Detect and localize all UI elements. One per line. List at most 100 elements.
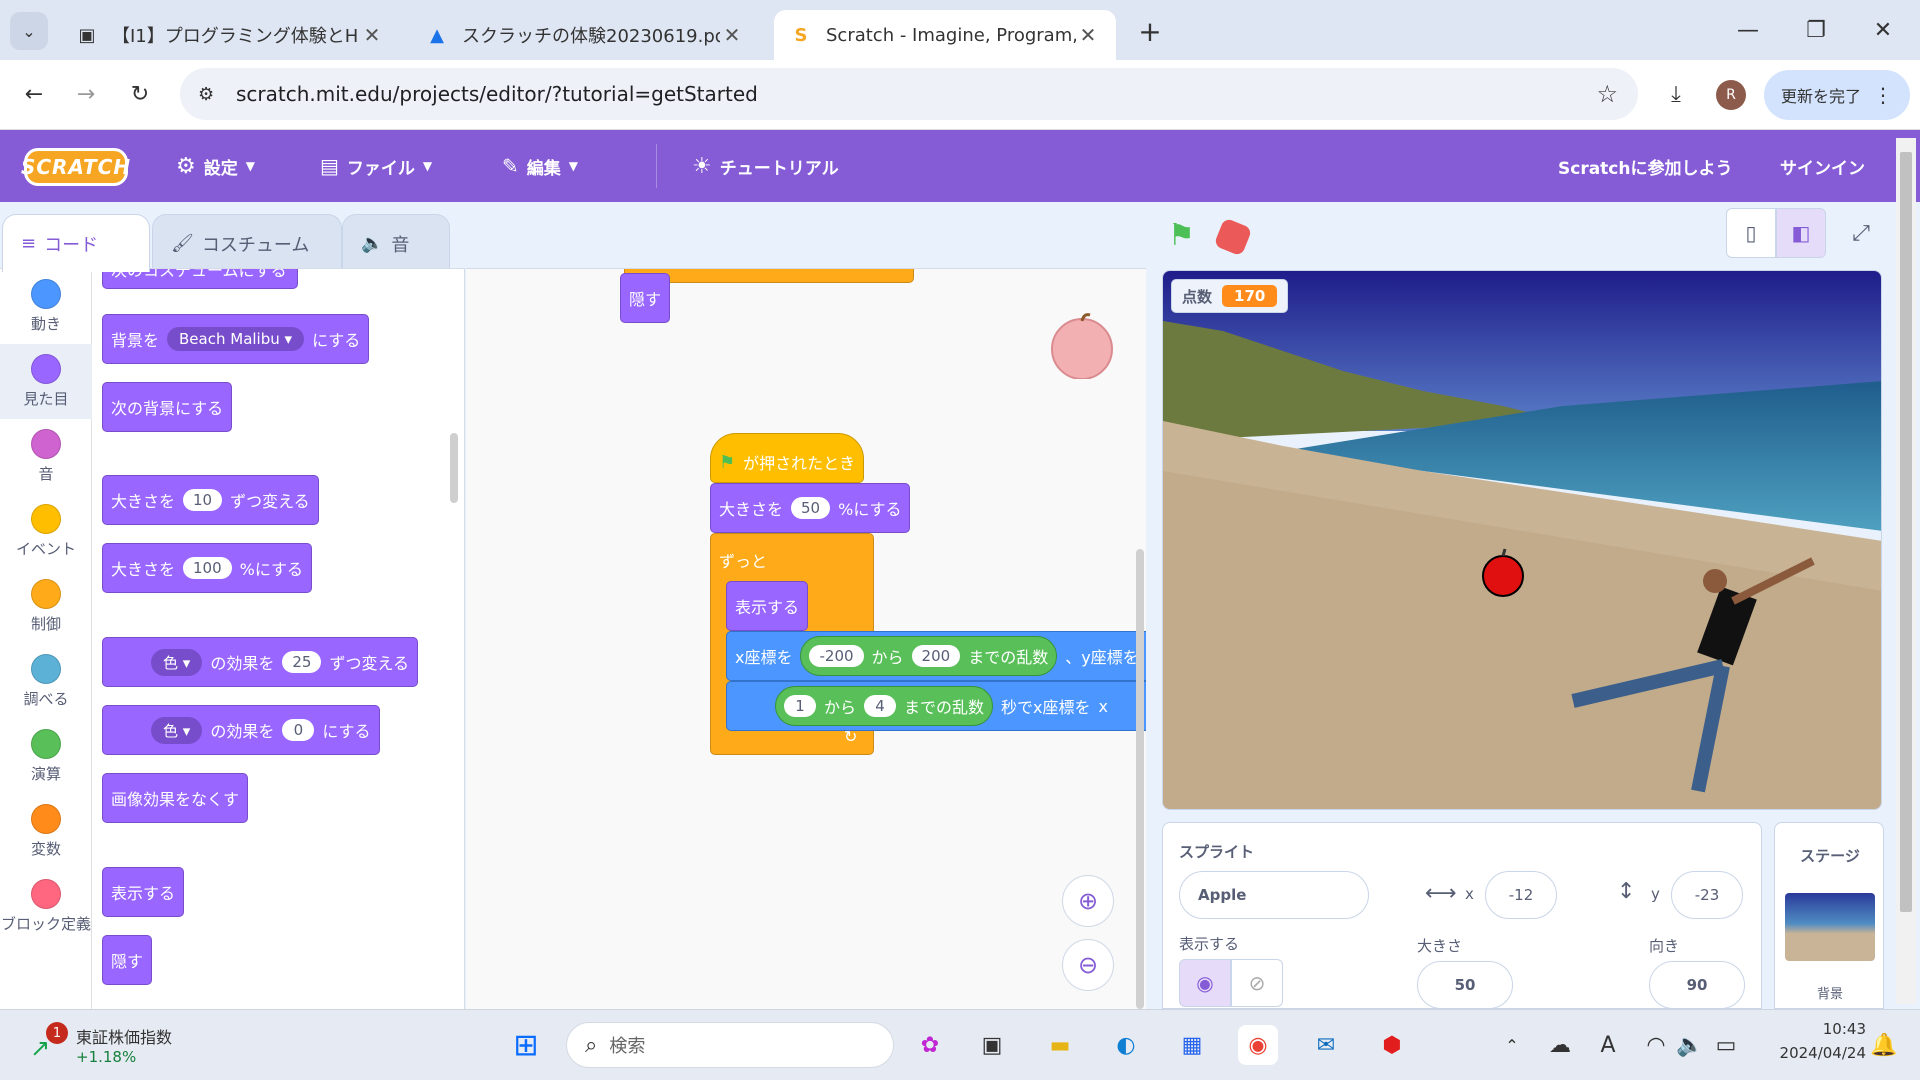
script-scrollbar[interactable] (1136, 549, 1144, 1009)
omnibox[interactable]: ⚙ scratch.mit.edu/projects/editor/?tutor… (180, 68, 1638, 120)
notification-bell-icon[interactable]: 🔔 (1864, 1025, 1904, 1065)
chrome-icon[interactable]: ◉ (1238, 1025, 1278, 1065)
set-size-block[interactable]: 大きさを 100 %にする (102, 543, 313, 593)
value-input[interactable]: 100 (183, 557, 232, 579)
change-effect-block[interactable]: 色 ▾ の効果を 25 ずつ変える (102, 637, 418, 687)
green-flag-icon[interactable]: ⚑ (1168, 218, 1204, 254)
join-link[interactable]: Scratchに参加しよう (1558, 130, 1732, 202)
task-view-icon[interactable]: ▣ (972, 1025, 1012, 1065)
category-item[interactable]: 調べる (0, 644, 92, 719)
clock[interactable]: 10:43 2024/04/24 (1752, 1020, 1866, 1072)
zoom-in-button[interactable]: ⊕ (1062, 875, 1114, 927)
close-tab-icon[interactable]: ✕ (1076, 23, 1100, 47)
download-icon[interactable]: ⤓ (1656, 74, 1696, 114)
taskbar-search[interactable]: ⌕ 検索 (566, 1022, 894, 1068)
script-hide-block[interactable]: 隠す (620, 273, 671, 323)
file-explorer-icon[interactable]: ▬ (1040, 1025, 1080, 1065)
hide-block[interactable]: 隠す (102, 935, 153, 985)
back-icon[interactable]: ← (14, 74, 54, 114)
value-input[interactable]: 25 (282, 651, 322, 673)
store-icon[interactable]: ▦ (1172, 1025, 1212, 1065)
category-item[interactable]: ブロック定義 (0, 869, 92, 944)
effect-dropdown[interactable]: 色 ▾ (151, 716, 203, 744)
value-input[interactable]: -200 (809, 645, 864, 667)
apple-sprite[interactable] (1482, 555, 1524, 597)
reload-icon[interactable]: ↻ (120, 74, 160, 114)
backdrop-thumbnail[interactable] (1785, 893, 1875, 961)
category-item[interactable]: イベント (0, 494, 92, 569)
outlook-icon[interactable]: ✉ (1306, 1025, 1346, 1065)
site-info-icon[interactable]: ⚙ (198, 84, 214, 105)
set-effect-block[interactable]: 色 ▾ の効果を 0 にする (102, 705, 380, 755)
ime-icon[interactable]: A (1588, 1025, 1628, 1065)
show-visible-button[interactable]: ◉ (1179, 959, 1231, 1007)
avatar[interactable]: R (1716, 80, 1746, 110)
file-menu[interactable]: ▤ ファイル ▼ (320, 130, 432, 202)
browser-tab-active[interactable]: S Scratch - Imagine, Program, Sh ✕ (774, 10, 1116, 60)
tab-search-button[interactable]: ⌄ (10, 12, 48, 50)
normal-stage-button[interactable]: ◧ (1776, 208, 1826, 258)
copilot-icon[interactable]: ✿ (910, 1025, 950, 1065)
value-input[interactable]: 4 (864, 695, 897, 717)
settings-menu[interactable]: ⚙ 設定 ▼ (176, 130, 255, 202)
page-scrollbar-thumb[interactable] (1900, 152, 1912, 912)
onedrive-icon[interactable]: ☁ (1540, 1025, 1580, 1065)
stop-icon[interactable] (1213, 217, 1253, 257)
acrobat-icon[interactable]: ⬢ (1372, 1025, 1412, 1065)
change-size-block[interactable]: 大きさを 10 ずつ変える (102, 475, 319, 525)
show-block[interactable]: 表示する (102, 867, 185, 917)
value-input[interactable]: 10 (183, 489, 223, 511)
minimize-icon[interactable]: — (1725, 10, 1771, 50)
edge-icon[interactable]: ◐ (1106, 1025, 1146, 1065)
stock-widget[interactable]: ↗ 1 東証株価指数 +1.18% (26, 1020, 226, 1072)
random-operator[interactable]: 1 から 4 までの乱数 (775, 686, 994, 726)
switch-backdrop-block[interactable]: 背景を Beach Malibu ▾ にする (102, 314, 370, 364)
stage-selector-panel[interactable]: ステージ 背景 (1774, 822, 1884, 1009)
value-input[interactable]: 200 (911, 645, 961, 667)
value-input[interactable]: 0 (282, 719, 315, 741)
tab-costume[interactable]: 🖌 コスチューム (152, 214, 342, 272)
tutorial-menu[interactable]: ☀ チュートリアル (692, 130, 839, 202)
show-block[interactable]: 表示する (726, 581, 809, 631)
tab-sound[interactable]: 🔈 音 (342, 214, 450, 272)
update-button[interactable]: 更新を完了 ⋮ (1764, 70, 1910, 120)
small-stage-button[interactable]: ▯ (1726, 208, 1776, 258)
script-area[interactable]: 隠す ⚑ が押されたとき 大きさを 50 %にする ずっと ↻ 表示する x座標… (466, 268, 1146, 1009)
when-flag-clicked-block[interactable]: ⚑ が押されたとき (710, 433, 865, 483)
next-backdrop-block[interactable]: 次の背景にする (102, 382, 233, 432)
close-tab-icon[interactable]: ✕ (720, 23, 744, 47)
x-input[interactable]: -12 (1485, 871, 1557, 919)
effect-dropdown[interactable]: 色 ▾ (151, 648, 203, 676)
windows-start-icon[interactable]: ⊞ (506, 1025, 546, 1065)
apple-sprite-thumbnail[interactable] (1048, 311, 1116, 380)
stage-canvas[interactable]: 点数 170 (1162, 270, 1882, 810)
close-window-icon[interactable]: ✕ (1860, 10, 1906, 50)
scratch-logo[interactable]: SCRATCH (21, 148, 130, 186)
glide-block[interactable]: 1 から 4 までの乱数 秒でx座標を x (726, 681, 1146, 731)
category-item[interactable]: 見た目 (0, 344, 92, 419)
fullscreen-icon[interactable]: ⤢ (1836, 208, 1886, 258)
browser-tab[interactable]: ▣ 【I1】プログラミング体験とHP作成実 ✕ (60, 10, 400, 60)
value-input[interactable]: 1 (784, 695, 816, 717)
category-item[interactable]: 制御 (0, 569, 92, 644)
page-scrollbar[interactable] (1896, 138, 1916, 1004)
direction-input[interactable]: 90 (1649, 961, 1745, 1009)
volume-icon[interactable]: 🔈 (1670, 1025, 1710, 1065)
battery-icon[interactable]: ▭ (1706, 1025, 1746, 1065)
forward-icon[interactable]: → (66, 74, 106, 114)
set-size-block[interactable]: 大きさを 50 %にする (710, 483, 911, 533)
random-operator[interactable]: -200 から 200 までの乱数 (800, 636, 1058, 676)
url-text[interactable]: scratch.mit.edu/projects/editor/?tutoria… (236, 82, 758, 106)
bookmark-star-icon[interactable]: ☆ (1596, 80, 1618, 108)
backdrop-dropdown[interactable]: Beach Malibu ▾ (167, 327, 305, 351)
new-tab-icon[interactable]: + (1130, 12, 1170, 50)
tab-code[interactable]: ≡ コード (2, 214, 150, 272)
browser-tab[interactable]: ▲ スクラッチの体験20230619.pdf - G ✕ (410, 10, 760, 60)
category-item[interactable]: 動き (0, 269, 92, 344)
sprite-name-input[interactable]: Apple (1179, 871, 1369, 919)
category-item[interactable]: 変数 (0, 794, 92, 869)
value-input[interactable]: 50 (791, 497, 831, 519)
category-item[interactable]: 音 (0, 419, 92, 494)
edit-menu[interactable]: ✎ 編集 ▼ (502, 130, 578, 202)
show-hidden-button[interactable]: ⊘ (1231, 959, 1283, 1007)
